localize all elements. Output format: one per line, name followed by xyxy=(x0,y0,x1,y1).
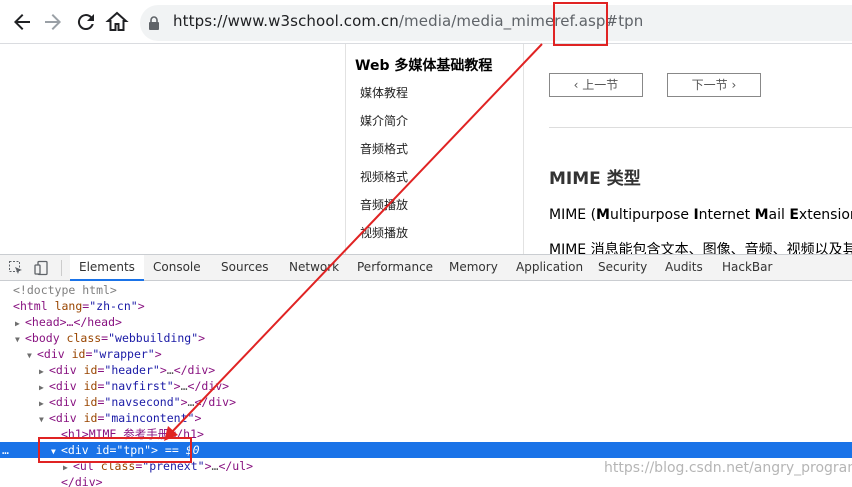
more-options-icon[interactable]: … xyxy=(2,442,9,458)
side-nav-item[interactable]: 音频格式 xyxy=(360,140,408,157)
para-text: nternet xyxy=(698,207,755,223)
side-nav-item[interactable]: 视频格式 xyxy=(360,168,408,185)
side-nav-item[interactable]: 音频播放 xyxy=(360,196,408,213)
attr-value: "maincontent" xyxy=(104,411,195,425)
lock-icon[interactable] xyxy=(148,15,160,34)
side-nav-item[interactable]: 视频播放 xyxy=(360,224,408,241)
side-navigation: Web 多媒体基础教程 媒体教程 媒介简介 音频格式 视频格式 音频播放 视频播… xyxy=(345,44,524,254)
reload-icon[interactable] xyxy=(74,10,98,34)
para-text: ultipurpose xyxy=(609,207,694,223)
attr-value: "header" xyxy=(104,363,160,377)
prev-section-label: 上一节 xyxy=(582,78,619,92)
para-bold: M xyxy=(596,207,610,223)
annotation-box-url-hash xyxy=(553,2,608,46)
head-tag: <head>…</head> xyxy=(25,315,122,329)
device-toolbar-icon[interactable] xyxy=(34,260,50,276)
tab-performance[interactable]: Performance xyxy=(357,255,433,281)
para-text: MIME ( xyxy=(549,207,597,223)
second-paragraph: MIME 消息能包含文本、图像、音频、视频以及其 xyxy=(549,242,852,254)
tab-sources[interactable]: Sources xyxy=(221,255,268,281)
doctype-text: <!doctype html> xyxy=(13,283,117,297)
html-tag-name: html xyxy=(19,299,48,313)
tree-node-body[interactable]: ▼ <body class="webbuilding"> xyxy=(0,330,852,346)
divider xyxy=(549,127,852,128)
annotation-box-tpn-node xyxy=(38,437,192,463)
chevron-right-icon: › xyxy=(727,78,737,92)
toolbar-separator xyxy=(61,260,62,276)
tab-audits[interactable]: Audits xyxy=(665,255,703,281)
attr-value: "zh-cn" xyxy=(89,299,138,313)
tree-node-doctype[interactable]: <!doctype html> xyxy=(0,282,852,298)
page-viewport: Web 多媒体基础教程 媒体教程 媒介简介 音频格式 视频格式 音频播放 视频播… xyxy=(0,44,852,254)
closing-tag: </div> xyxy=(61,475,103,487)
tab-application[interactable]: Application xyxy=(516,255,583,281)
attr-value: "wrapper" xyxy=(92,347,155,361)
tree-node-header[interactable]: ▶ <div id="header">…</div> xyxy=(0,362,852,378)
attr-value: "navfirst" xyxy=(104,379,174,393)
tree-node-head[interactable]: ▶ <head>…</head> xyxy=(0,314,852,330)
home-icon[interactable] xyxy=(105,10,129,34)
inspect-element-icon[interactable] xyxy=(8,260,24,276)
chevron-left-icon: ‹ xyxy=(573,78,583,92)
next-section-label: 下一节 xyxy=(691,78,728,92)
attr-value: "webbuilding" xyxy=(108,331,199,345)
tree-node-navsecond[interactable]: ▶ <div id="navsecond">…</div> xyxy=(0,394,852,410)
side-nav-title: Web 多媒体基础教程 xyxy=(355,58,493,74)
devtools-tab-bar: Elements Console Sources Network Perform… xyxy=(0,254,852,281)
url-host: https://www.w3school.com.cn xyxy=(173,12,399,30)
url-hash: #tpn xyxy=(605,12,644,30)
attr-name: lang xyxy=(54,299,83,313)
attr-name: class xyxy=(66,331,102,345)
tab-hackbar[interactable]: HackBar xyxy=(722,255,772,281)
para-text: xtensions) 是 xyxy=(798,207,852,223)
para-text: ail xyxy=(768,207,790,223)
back-arrow-icon[interactable] xyxy=(10,10,34,34)
tree-node-wrapper[interactable]: ▼ <div id="wrapper"> xyxy=(0,346,852,362)
intro-paragraph: MIME (Multipurpose Internet Mail Extensi… xyxy=(549,204,852,224)
tab-elements[interactable]: Elements xyxy=(70,255,144,281)
side-nav-item[interactable]: 媒介简介 xyxy=(360,112,408,129)
tree-node-navfirst[interactable]: ▶ <div id="navfirst">…</div> xyxy=(0,378,852,394)
attr-value: "navsecond" xyxy=(104,395,181,409)
para-bold: M xyxy=(754,207,769,223)
watermark: https://blog.csdn.net/angry_program xyxy=(604,460,852,476)
tree-node-maincontent[interactable]: ▼ <div id="maincontent"> xyxy=(0,410,852,426)
forward-arrow-icon[interactable] xyxy=(41,10,65,34)
tab-network[interactable]: Network xyxy=(289,255,339,281)
tree-node-html[interactable]: <html lang="zh-cn"> xyxy=(0,298,852,314)
next-section-button[interactable]: 下一节 › xyxy=(667,73,761,97)
tab-console[interactable]: Console xyxy=(153,255,201,281)
side-nav-item[interactable]: 媒体教程 xyxy=(360,84,408,101)
tab-security[interactable]: Security xyxy=(598,255,647,281)
browser-toolbar: https://www.w3school.com.cn/media/media_… xyxy=(0,0,852,44)
prev-section-button[interactable]: ‹ 上一节 xyxy=(549,73,643,97)
para-bold: E xyxy=(789,207,799,223)
tab-memory[interactable]: Memory xyxy=(449,255,498,281)
page-heading: MIME 类型 xyxy=(549,169,641,189)
